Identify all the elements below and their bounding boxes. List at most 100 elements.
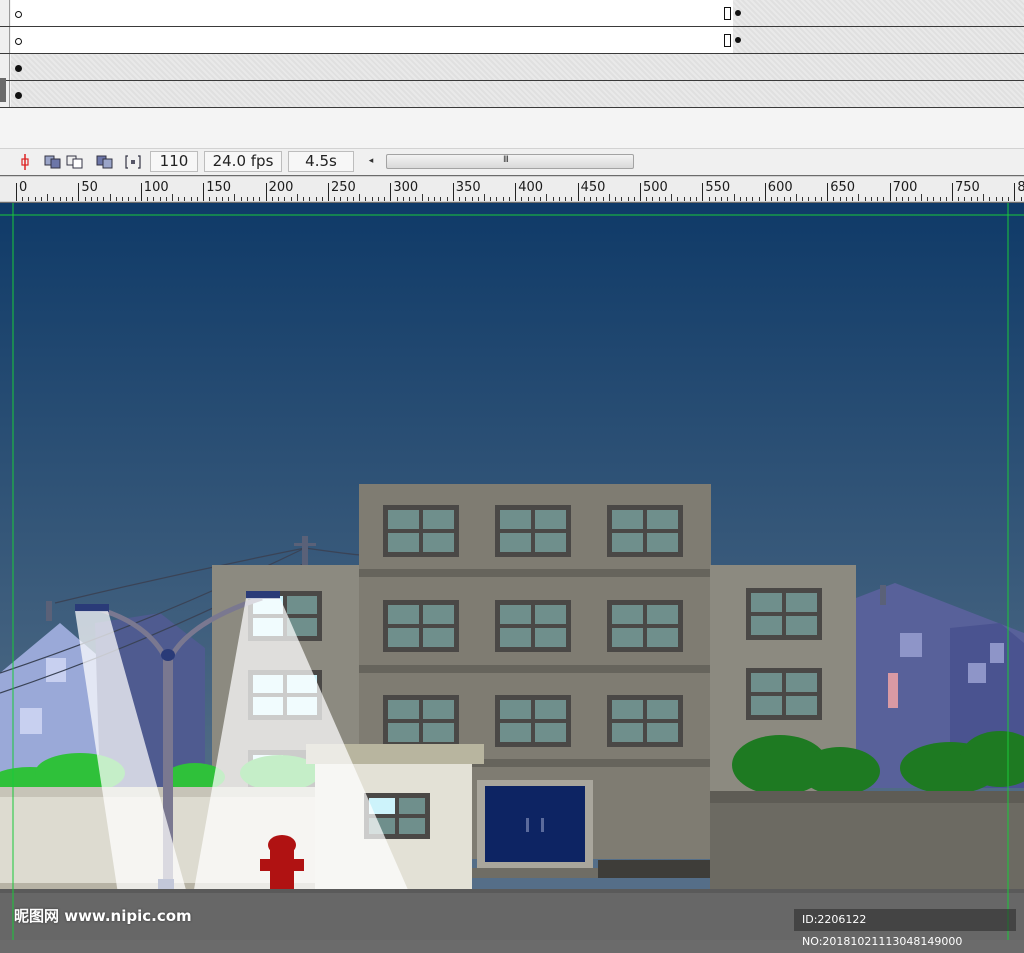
- ruler-minor-tick: [259, 197, 261, 201]
- ruler-label: 80: [1017, 181, 1024, 195]
- ruler-minor-tick: [147, 197, 149, 201]
- scrollbar-grip[interactable]: III: [503, 155, 509, 165]
- frame-rate-field[interactable]: 24.0 fps: [204, 151, 282, 172]
- ruler-minor-tick: [409, 197, 411, 201]
- layer-gutter: [0, 0, 10, 26]
- ruler-minor-tick: [1020, 197, 1022, 201]
- ruler-minor-tick: [652, 197, 654, 201]
- ruler-minor-tick: [783, 197, 785, 201]
- frame-span[interactable]: [11, 27, 1024, 53]
- ruler-minor-tick: [664, 197, 666, 201]
- ruler-minor-tick: [540, 197, 542, 201]
- onion-range-icon[interactable]: [124, 153, 142, 171]
- ruler-minor-tick: [371, 197, 373, 201]
- ruler-major-tick: [203, 183, 205, 201]
- keyframe-icon[interactable]: [15, 65, 22, 72]
- ruler-minor-tick: [377, 197, 379, 201]
- ruler-minor-tick: [864, 197, 866, 201]
- end-frame-icon[interactable]: [724, 7, 731, 20]
- onion-skin-icon[interactable]: [44, 153, 62, 171]
- ruler-label: 100: [143, 180, 169, 195]
- ruler-minor-tick: [165, 197, 167, 201]
- ruler-minor-tick: [533, 197, 535, 201]
- ruler-minor-tick: [1001, 197, 1003, 201]
- ruler-major-tick: [452, 183, 454, 201]
- ruler-minor-tick: [895, 197, 897, 201]
- ruler-label: 200: [268, 180, 294, 195]
- ruler-minor-tick: [920, 194, 922, 201]
- front-wall-right: [710, 791, 1024, 891]
- end-frame-icon[interactable]: [724, 34, 731, 47]
- onion-outline-icon[interactable]: [66, 153, 84, 171]
- timeline-layer-row-2[interactable]: [0, 27, 1024, 54]
- ruler-major-tick: [827, 183, 829, 201]
- frame-span[interactable]: [11, 0, 1024, 26]
- ruler-major-tick: [515, 183, 517, 201]
- ruler-minor-tick: [215, 197, 217, 201]
- ruler-minor-tick: [321, 197, 323, 201]
- layer-gutter: [0, 54, 10, 80]
- timeline-layer-row-4[interactable]: [0, 81, 1024, 108]
- ruler-minor-tick: [839, 197, 841, 201]
- keyframe-icon[interactable]: [735, 37, 741, 43]
- ruler-minor-tick: [28, 197, 30, 201]
- ruler-minor-tick: [109, 194, 111, 201]
- frame-span[interactable]: [11, 54, 1024, 80]
- onion-center-icon[interactable]: [16, 153, 34, 171]
- ruler-minor-tick: [84, 197, 86, 201]
- scene-artwork: [0, 203, 1024, 940]
- ruler-minor-tick: [1008, 197, 1010, 201]
- ruler-label: 250: [331, 180, 356, 195]
- frame-span[interactable]: [11, 81, 1024, 107]
- ruler-minor-tick: [758, 197, 760, 201]
- ruler-minor-tick: [221, 197, 223, 201]
- ruler-minor-tick: [284, 197, 286, 201]
- ruler-minor-tick: [558, 197, 560, 201]
- ruler-minor-tick: [796, 194, 797, 201]
- ruler-minor-tick: [621, 197, 623, 201]
- ruler-minor-tick: [434, 197, 436, 201]
- timeline-layer-row-1[interactable]: [0, 0, 1024, 27]
- ruler-minor-tick: [22, 197, 24, 201]
- ruler-minor-tick: [122, 197, 124, 201]
- ruler-minor-tick: [902, 197, 904, 201]
- timeline-layer-row-3[interactable]: [0, 54, 1024, 81]
- ruler-minor-tick: [65, 197, 67, 201]
- edit-multiple-frames-icon[interactable]: [96, 153, 114, 171]
- ruler-minor-tick: [246, 197, 248, 201]
- stage-ruler: 0 50 100 150 200 250 300 350 400 450 500 550 600 650 7…: [0, 176, 1024, 202]
- ruler-minor-tick: [421, 194, 423, 201]
- ruler-minor-tick: [546, 194, 548, 201]
- ruler-minor-tick: [172, 194, 173, 201]
- scroll-left-arrow-icon[interactable]: ◂: [364, 154, 378, 168]
- empty-frames[interactable]: [733, 0, 1024, 26]
- blank-keyframe-icon[interactable]: [15, 38, 22, 45]
- ruler-label: 400: [518, 180, 544, 195]
- ruler-minor-tick: [59, 197, 61, 201]
- stage[interactable]: [0, 203, 1024, 940]
- ruler-minor-tick: [777, 197, 779, 201]
- ruler-minor-tick: [771, 197, 773, 201]
- ruler-minor-tick: [683, 197, 685, 201]
- keyframe-icon[interactable]: [735, 10, 741, 16]
- window: [383, 695, 459, 747]
- current-frame-field[interactable]: 110: [150, 151, 198, 172]
- ruler-minor-tick: [608, 194, 610, 201]
- ruler-minor-tick: [484, 194, 485, 201]
- timeline-horizontal-scrollbar[interactable]: III: [386, 154, 634, 169]
- ruler-minor-tick: [384, 197, 386, 201]
- ruler-minor-tick: [527, 197, 529, 201]
- ruler-minor-tick: [47, 194, 49, 201]
- ruler-minor-tick: [739, 197, 741, 201]
- ruler-minor-tick: [427, 197, 429, 201]
- ruler-minor-tick: [746, 197, 748, 201]
- ruler-minor-tick: [340, 197, 342, 201]
- ruler-major-tick: [140, 183, 142, 201]
- layer-gutter: [0, 27, 10, 53]
- ruler-minor-tick: [989, 197, 991, 201]
- keyframe-icon[interactable]: [15, 92, 22, 99]
- empty-frames[interactable]: [733, 27, 1024, 53]
- blank-keyframe-icon[interactable]: [15, 11, 22, 18]
- window: [746, 668, 822, 720]
- ruler-minor-tick: [964, 197, 966, 201]
